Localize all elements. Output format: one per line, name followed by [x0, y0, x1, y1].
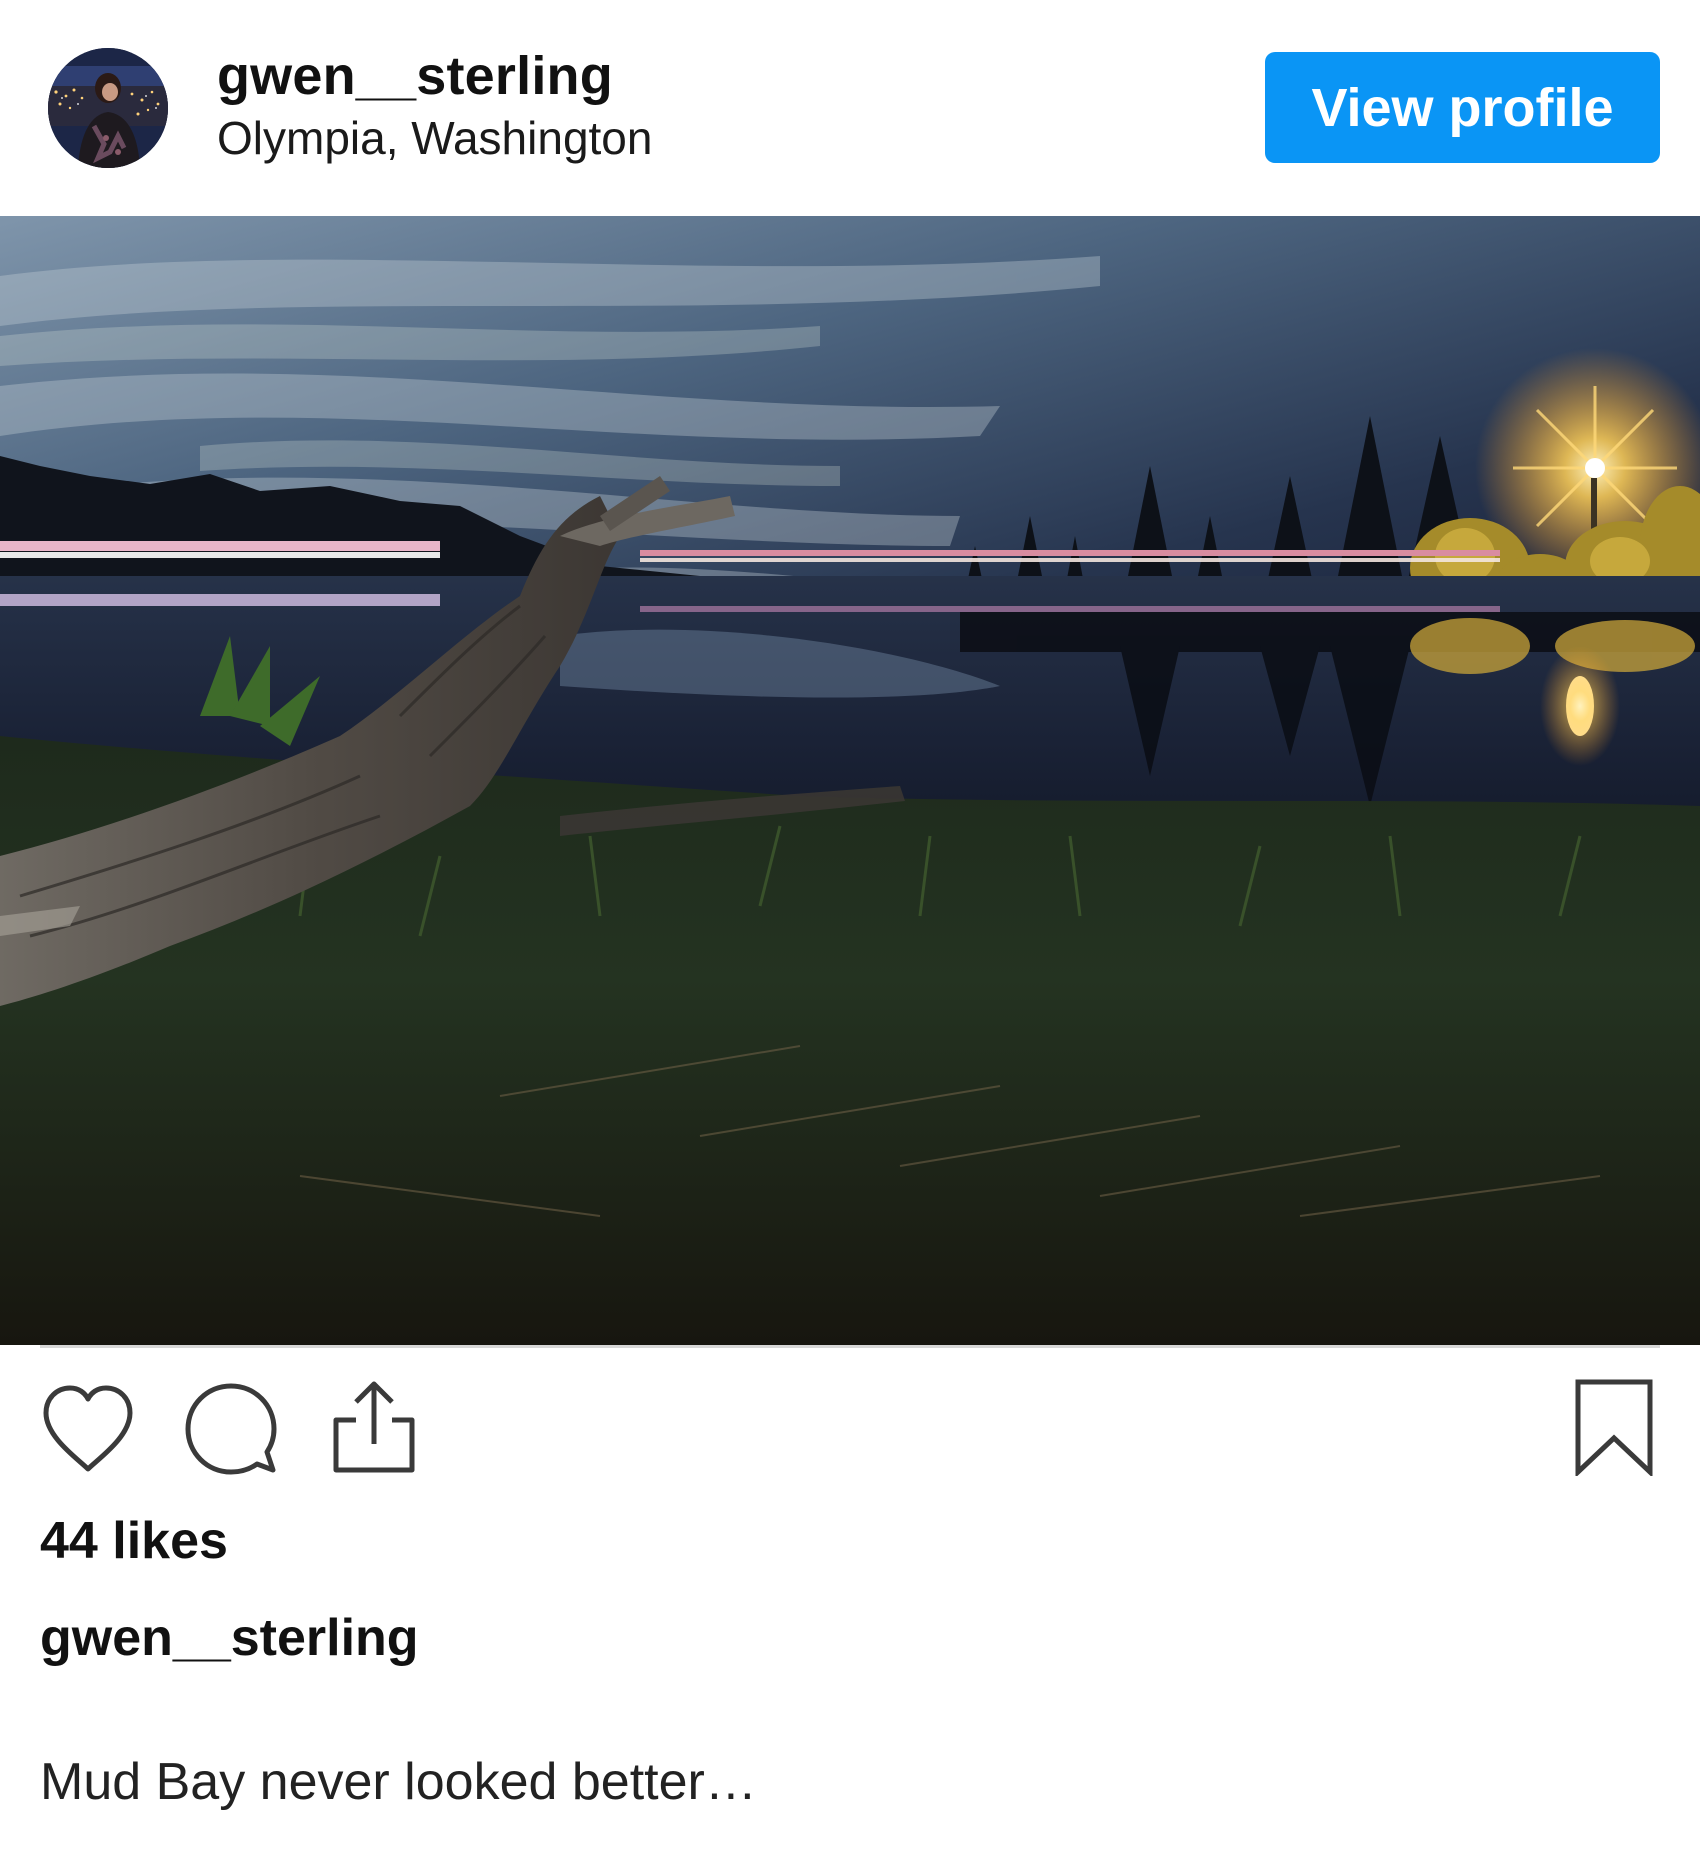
username[interactable]: gwen__sterling: [217, 44, 652, 108]
post-photo[interactable]: [0, 216, 1700, 1345]
caption-username[interactable]: gwen__sterling: [40, 1607, 419, 1669]
avatar[interactable]: [48, 48, 168, 168]
caption-text: Mud Bay never looked better…: [40, 1753, 757, 1811]
user-block: gwen__sterling Olympia, Washington: [217, 44, 652, 166]
photo-divider: [40, 1345, 1660, 1348]
speech-bubble-icon[interactable]: [183, 1380, 281, 1476]
heart-outline-icon[interactable]: [40, 1383, 136, 1475]
post-header: gwen__sterling Olympia, Washington View …: [0, 0, 1700, 216]
share-arrow-icon[interactable]: [330, 1378, 418, 1476]
bookmark-outline-icon[interactable]: [1574, 1378, 1654, 1476]
view-profile-button[interactable]: View profile: [1265, 52, 1660, 163]
location-label[interactable]: Olympia, Washington: [217, 110, 652, 166]
likes-count[interactable]: 44 likes: [40, 1510, 228, 1572]
